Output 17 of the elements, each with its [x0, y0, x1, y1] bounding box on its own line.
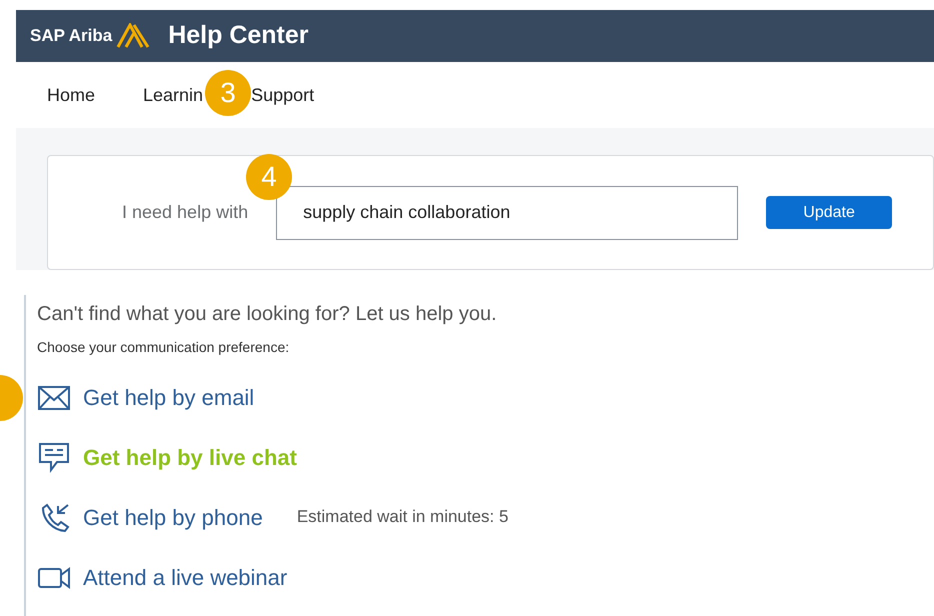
help-heading: Can't find what you are looking for? Let us help you. — [37, 302, 498, 327]
contact-option-link[interactable]: Get help by phone — [83, 500, 263, 534]
nav-link[interactable]: Learnin — [143, 84, 204, 104]
nav-link[interactable]: Support — [251, 84, 314, 104]
search-label: I need help with — [122, 201, 248, 224]
search-field[interactable]: supply chain collaboration — [276, 186, 738, 240]
help-subheading: Choose your communication preference: — [37, 338, 290, 357]
page-title: Help Center — [168, 20, 309, 52]
nav-link[interactable]: Home — [47, 84, 96, 104]
contact-option-link[interactable]: Get help by email — [83, 380, 254, 414]
contact-option-link[interactable]: Attend a live webinar — [83, 560, 288, 594]
wait-time-note: Estimated wait in minutes: 5 — [296, 506, 508, 528]
brand-name: SAP Ariba — [30, 25, 112, 48]
update-button[interactable]: Update — [766, 196, 892, 229]
callout-badge: 3 — [205, 70, 252, 116]
chat-bubble-icon — [37, 440, 71, 474]
callout-badge: 4 — [246, 154, 292, 200]
